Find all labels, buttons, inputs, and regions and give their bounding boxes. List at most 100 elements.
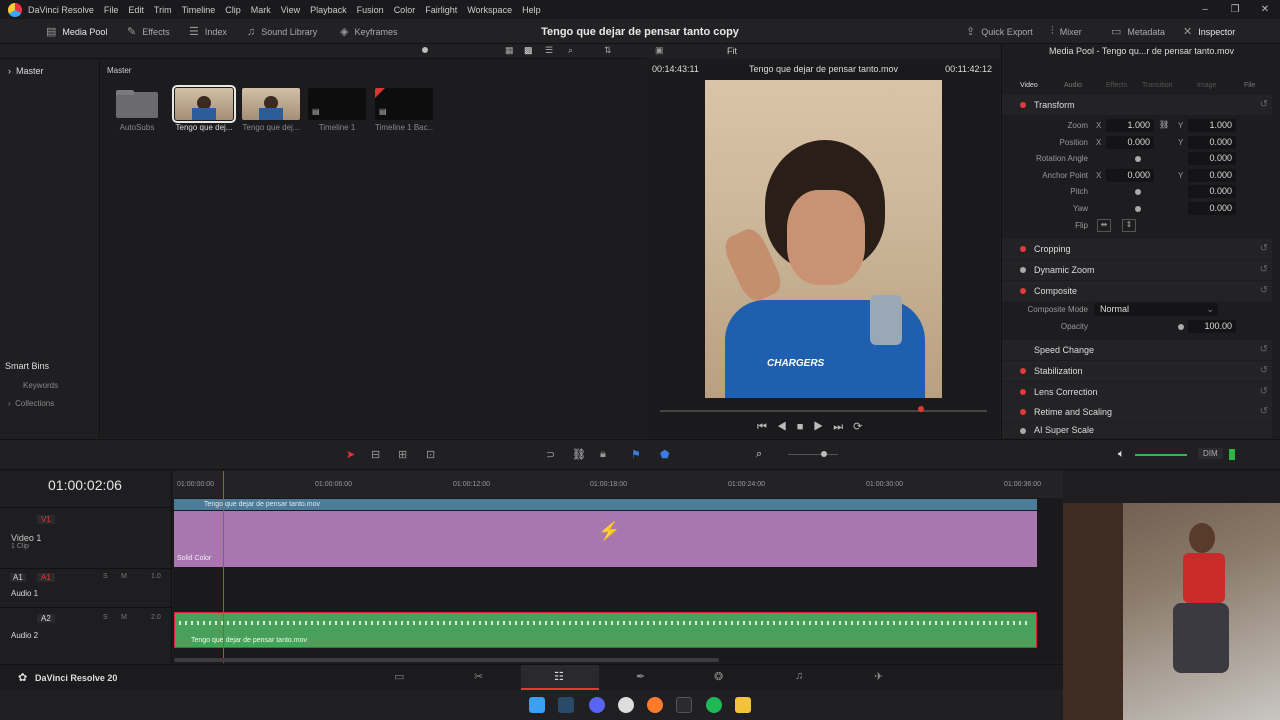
link-icon[interactable]: ⛓ [1159,120,1169,129]
dynamic-trim-icon[interactable]: ⊞ [398,448,407,461]
position-y-field[interactable]: 0.000 [1188,136,1236,149]
bin-master[interactable]: › Master [8,66,44,76]
mixer-button[interactable]: ⫶ Mixer [1051,19,1082,44]
discord-icon[interactable] [589,697,605,713]
media-item-clip-2[interactable]: Tengo que dej... [242,88,300,132]
timeline-scrollbar[interactable] [174,658,719,662]
page-deliver-icon[interactable]: ✈ [874,670,883,683]
enable-dot-icon[interactable] [1020,288,1026,294]
section-retime-scaling[interactable]: Retime and Scaling ↺ [1002,402,1272,422]
spotify-icon[interactable] [706,697,722,713]
list-view-icon[interactable]: ▦ [505,45,514,56]
quick-export-button[interactable]: ⇪ Quick Export [966,19,1033,44]
zoom-y-field[interactable]: 1.000 [1188,119,1236,132]
menu-view[interactable]: View [281,5,300,15]
media-pool-button[interactable]: ▤ Media Pool [46,19,107,44]
windows-start-icon[interactable] [529,697,545,713]
menu-file[interactable]: File [104,5,119,15]
rotation-field[interactable]: 0.000 [1188,152,1236,165]
play-icon[interactable]: ▶ [813,421,833,433]
a1-tag[interactable]: A1 [37,573,55,582]
page-edit-tab[interactable]: ☷ [521,665,599,690]
yaw-field[interactable]: 0.000 [1188,202,1236,215]
media-item-timeline-backup[interactable]: ▤ Timeline 1 Bac... [375,88,433,132]
flip-horizontal-icon[interactable]: ⇹ [1097,219,1111,232]
yaw-slider[interactable] [1135,206,1141,212]
page-media-icon[interactable]: ▭ [394,670,404,683]
sound-library-button[interactable]: ♫ Sound Library [247,19,317,44]
stop-icon[interactable]: ■ [797,421,814,433]
blade-tool-icon[interactable]: ⊡ [426,448,435,461]
inspector-button[interactable]: ✕ Inspector [1183,19,1235,44]
a2-tag[interactable]: A2 [37,614,55,623]
reset-icon[interactable]: ↺ [1260,402,1268,422]
section-ai-super-scale[interactable]: AI Super Scale [1002,423,1272,438]
tab-effects[interactable]: Effects [1106,82,1127,89]
reset-icon[interactable]: ↺ [1260,260,1268,280]
rotation-slider[interactable] [1135,156,1141,162]
reset-icon[interactable]: ↺ [1260,281,1268,301]
viewer-layout-icon[interactable]: ▣ [655,45,664,56]
enable-dot-icon[interactable] [1020,368,1026,374]
metadata-view-icon[interactable]: ☰ [545,45,553,56]
sort-icon[interactable]: ⇅ [604,45,612,56]
anchor-y-field[interactable]: 0.000 [1188,169,1236,182]
a1-solo[interactable]: S [103,573,108,580]
pitch-field[interactable]: 0.000 [1188,185,1236,198]
anchor-x-field[interactable]: 0.000 [1106,169,1154,182]
menu-workspace[interactable]: Workspace [467,5,512,15]
menu-mark[interactable]: Mark [251,5,271,15]
firefox-icon[interactable] [647,697,663,713]
menu-edit[interactable]: Edit [128,5,144,15]
viewer-scrubber[interactable] [660,410,987,412]
v1-title-clip[interactable]: Tengo que dejar de pensar tanto.mov [174,499,1037,510]
selection-tool-icon[interactable]: ➤ [346,448,355,461]
close-icon[interactable]: ✕ [1250,0,1280,19]
index-button[interactable]: ☰ Index [189,19,227,44]
enable-dot-icon[interactable] [1020,267,1026,273]
section-speed-change[interactable]: Speed Change ↺ [1002,340,1272,360]
viewer-playhead[interactable] [918,406,924,412]
steam-icon[interactable] [558,697,574,713]
flip-vertical-icon[interactable]: ⇕ [1122,219,1136,232]
smart-bin-collections[interactable]: › Collections [8,399,54,408]
menu-playback[interactable]: Playback [310,5,347,15]
zoom-icon[interactable]: ⌕ [756,448,762,461]
composite-mode-select[interactable]: Normal ⌄ [1094,303,1218,316]
enable-dot-icon[interactable] [1020,428,1026,434]
loop-icon[interactable]: ⟳ [853,421,872,433]
menu-clip[interactable]: Clip [225,5,241,15]
menu-trim[interactable]: Trim [154,5,172,15]
search-icon[interactable]: ⌕ [568,45,573,56]
opacity-field[interactable]: 100.00 [1188,320,1236,333]
tab-audio[interactable]: Audio [1064,82,1082,89]
section-cropping[interactable]: Cropping ↺ [1002,239,1272,259]
enable-dot-icon[interactable] [1020,389,1026,395]
dim-button[interactable]: DIM [1198,448,1223,459]
page-color-icon[interactable]: ❂ [714,670,723,683]
v1-tag[interactable]: V1 [37,515,55,524]
thumbnail-view-icon[interactable]: ▩ [524,45,533,56]
a2-solo[interactable]: S [103,614,108,621]
volume-slider[interactable] [1135,454,1187,456]
timeline-timecode[interactable]: 01:00:02:06 [48,477,122,493]
marker-icon[interactable]: ⬟ [660,448,670,461]
go-to-end-icon[interactable]: ⏭ [833,421,853,433]
solid-color-clip[interactable]: ⚡ Solid Color [174,511,1037,567]
snapping-icon[interactable]: ⊃ [546,448,555,461]
section-dynamic-zoom[interactable]: Dynamic Zoom ↺ [1002,260,1272,280]
menu-help[interactable]: Help [522,5,541,15]
keyframes-button[interactable]: ◈ Keyframes [340,19,397,44]
timeline-tracks[interactable]: 01:00:00:00 01:00:06:00 01:00:12:00 01:0… [173,471,1063,663]
viewer-zoom[interactable]: Fit [727,46,737,56]
go-to-start-icon[interactable]: ⏮ [757,421,777,433]
viewer-frame[interactable]: CHARGERS [705,80,942,398]
timeline-playhead[interactable] [223,471,224,663]
menu-color[interactable]: Color [394,5,416,15]
enable-dot-icon[interactable] [1020,409,1026,415]
section-stabilization[interactable]: Stabilization ↺ [1002,361,1272,381]
reset-icon[interactable]: ↺ [1260,239,1268,259]
section-transform[interactable]: Transform ↺ [1002,95,1272,115]
menu-fusion[interactable]: Fusion [357,5,384,15]
reset-icon[interactable]: ↺ [1260,382,1268,402]
